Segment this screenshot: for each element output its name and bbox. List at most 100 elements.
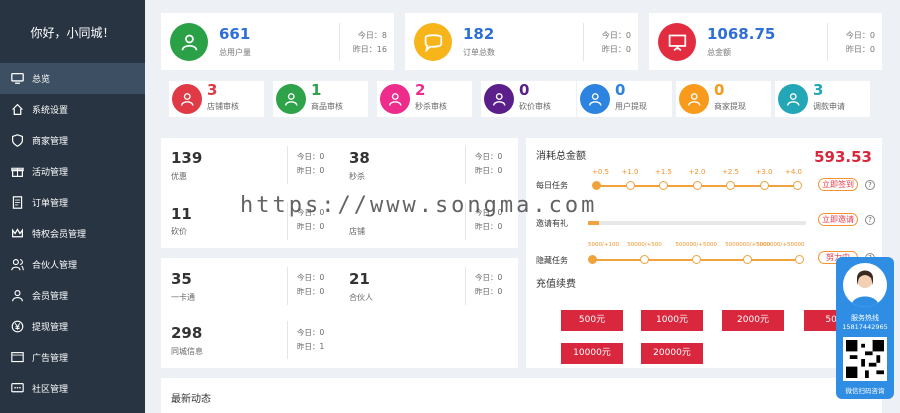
sidebar-item-overview[interactable]: 总览 [0,63,145,94]
sidebar-item-orders[interactable]: 订单管理 [0,187,145,218]
review-label: 商家提现 [714,102,746,111]
yesterday-count: 昨日：0 [297,287,325,296]
greeting: 你好，小同城！ [30,26,115,40]
yen-icon [10,320,24,334]
stat-card-orders[interactable]: 182 订单总数 今日：0 昨日：0 [405,13,638,70]
review-count: 0 [714,81,725,99]
watermark: https://www.songma.com [240,193,598,218]
stat-value: 1068.75 [707,25,776,43]
count-label: 优惠 [171,172,187,181]
daily-tick-label: +1.5 [655,168,672,176]
sidebar: 你好，小同城！ 总览 系统设置 商家管理 活动管理 订单管理 特权会员管理 合伙… [0,0,145,413]
spend-task-label: 隐藏任务 [536,256,568,265]
review-label: 调款申请 [813,102,845,111]
review-card-bargain[interactable]: 0 砍价审核 [481,81,576,117]
divider [583,23,584,61]
spend-step-dot [743,255,753,264]
help-icon[interactable]: ? [865,180,875,190]
crown-icon [10,227,24,241]
sign-in-button[interactable]: 立即签到 [818,178,858,191]
consumption-panel: 消耗总金额 593.53 每日任务 +0.5 +1.0 +1.5 +2.0 +2.5 +3… [526,138,882,368]
yesterday-count: 昨日：0 [845,45,875,54]
review-label: 商品审核 [311,102,343,111]
stat-card-users[interactable]: 661 总用户量 今日：8 昨日：16 [161,13,394,70]
today-count: 今日：8 [357,31,387,40]
sidebar-item-members[interactable]: 会员管理 [0,280,145,311]
count-label: 秒杀 [349,172,365,181]
sidebar-item-activities[interactable]: 活动管理 [0,156,145,187]
sidebar-item-merchants[interactable]: 商家管理 [0,125,145,156]
sidebar-item-withdrawals[interactable]: 提现管理 [0,311,145,342]
hotline-label: 服务热线 [851,314,879,322]
today-count: 今日：0 [845,31,875,40]
review-label: 砍价审核 [519,102,551,111]
today-count: 今日：0 [601,31,631,40]
divider [465,146,466,184]
review-card-user-withdraw[interactable]: 0 用户提现 [577,81,672,117]
sidebar-item-community[interactable]: 社区管理 [0,373,145,404]
review-count: 2 [415,81,426,99]
stat-value: 182 [463,25,495,43]
sidebar-item-vip[interactable]: 特权会员管理 [0,218,145,249]
recharge-2000-button[interactable]: 2000元 [722,310,784,331]
user-icon [484,84,514,114]
review-count: 3 [813,81,824,99]
review-card-refund[interactable]: 3 调款申请 [775,81,870,117]
count-value: 11 [171,205,192,223]
sidebar-item-label: 合伙人管理 [32,261,78,271]
sidebar-item-label: 订单管理 [32,199,69,209]
user-icon [679,84,709,114]
sidebar-item-label: 广告管理 [32,354,69,364]
spend-tick-label: 50000/+500 [627,242,662,248]
stat-label: 总金额 [707,48,731,57]
count-value: 38 [349,149,370,167]
recharge-20000-button[interactable]: 20000元 [641,343,703,364]
daily-step-dot [592,181,601,190]
home-icon [10,103,24,117]
daily-tick-label: +2.5 [722,168,739,176]
recharge-1000-button[interactable]: 1000元 [641,310,703,331]
sidebar-item-settings[interactable]: 系统设置 [0,94,145,125]
spend-tick-label: 5000000/+50000 [756,242,805,248]
count-label: 砍价 [171,227,187,236]
user-group-icon [10,289,24,303]
review-card-goods[interactable]: 1 商品审核 [273,81,368,117]
count-value: 139 [171,149,203,167]
yesterday-count: 昨日：0 [297,222,325,231]
invite-label: 邀请有礼 [536,219,568,228]
service-widget[interactable]: 服务热线 15817442965 微信扫码咨询 [836,257,894,399]
spend-step-dot [795,255,804,264]
user-icon [276,84,306,114]
avatar [843,263,887,307]
divider [287,321,288,359]
invite-progress-track [588,221,806,225]
review-card-merchant-withdraw[interactable]: 0 商家提现 [676,81,771,117]
stat-card-amount[interactable]: 1068.75 总金额 今日：0 昨日：0 [649,13,882,70]
review-card-flash[interactable]: 2 秒杀审核 [377,81,472,117]
help-icon[interactable]: ? [865,215,875,225]
count-value: 35 [171,270,192,288]
invite-button[interactable]: 立即邀请 [818,213,858,226]
recharge-title: 充值续费 [536,279,576,290]
stat-value: 661 [219,25,251,43]
count-value: 298 [171,324,203,342]
sidebar-item-ads[interactable]: 广告管理 [0,342,145,373]
divider [827,23,828,61]
user-icon [778,84,808,114]
count-side: 今日：0 昨日：0 [297,271,324,299]
review-card-shops[interactable]: 3 店铺审核 [169,81,264,117]
sidebar-item-label: 活动管理 [32,168,69,178]
review-label: 店铺审核 [207,102,239,111]
recharge-10000-button[interactable]: 10000元 [561,343,623,364]
today-count: 今日：0 [297,273,325,282]
today-count: 今日：0 [297,152,325,161]
review-label: 用户提现 [615,102,647,111]
sidebar-item-partners[interactable]: 合伙人管理 [0,249,145,280]
gift-icon [10,165,24,179]
count-label: 同城信息 [171,347,203,356]
divider [339,23,340,61]
spend-step-dot [639,255,649,264]
recharge-500-button[interactable]: 500元 [561,310,623,331]
review-count: 0 [615,81,626,99]
sidebar-item-label: 商家管理 [32,137,69,147]
